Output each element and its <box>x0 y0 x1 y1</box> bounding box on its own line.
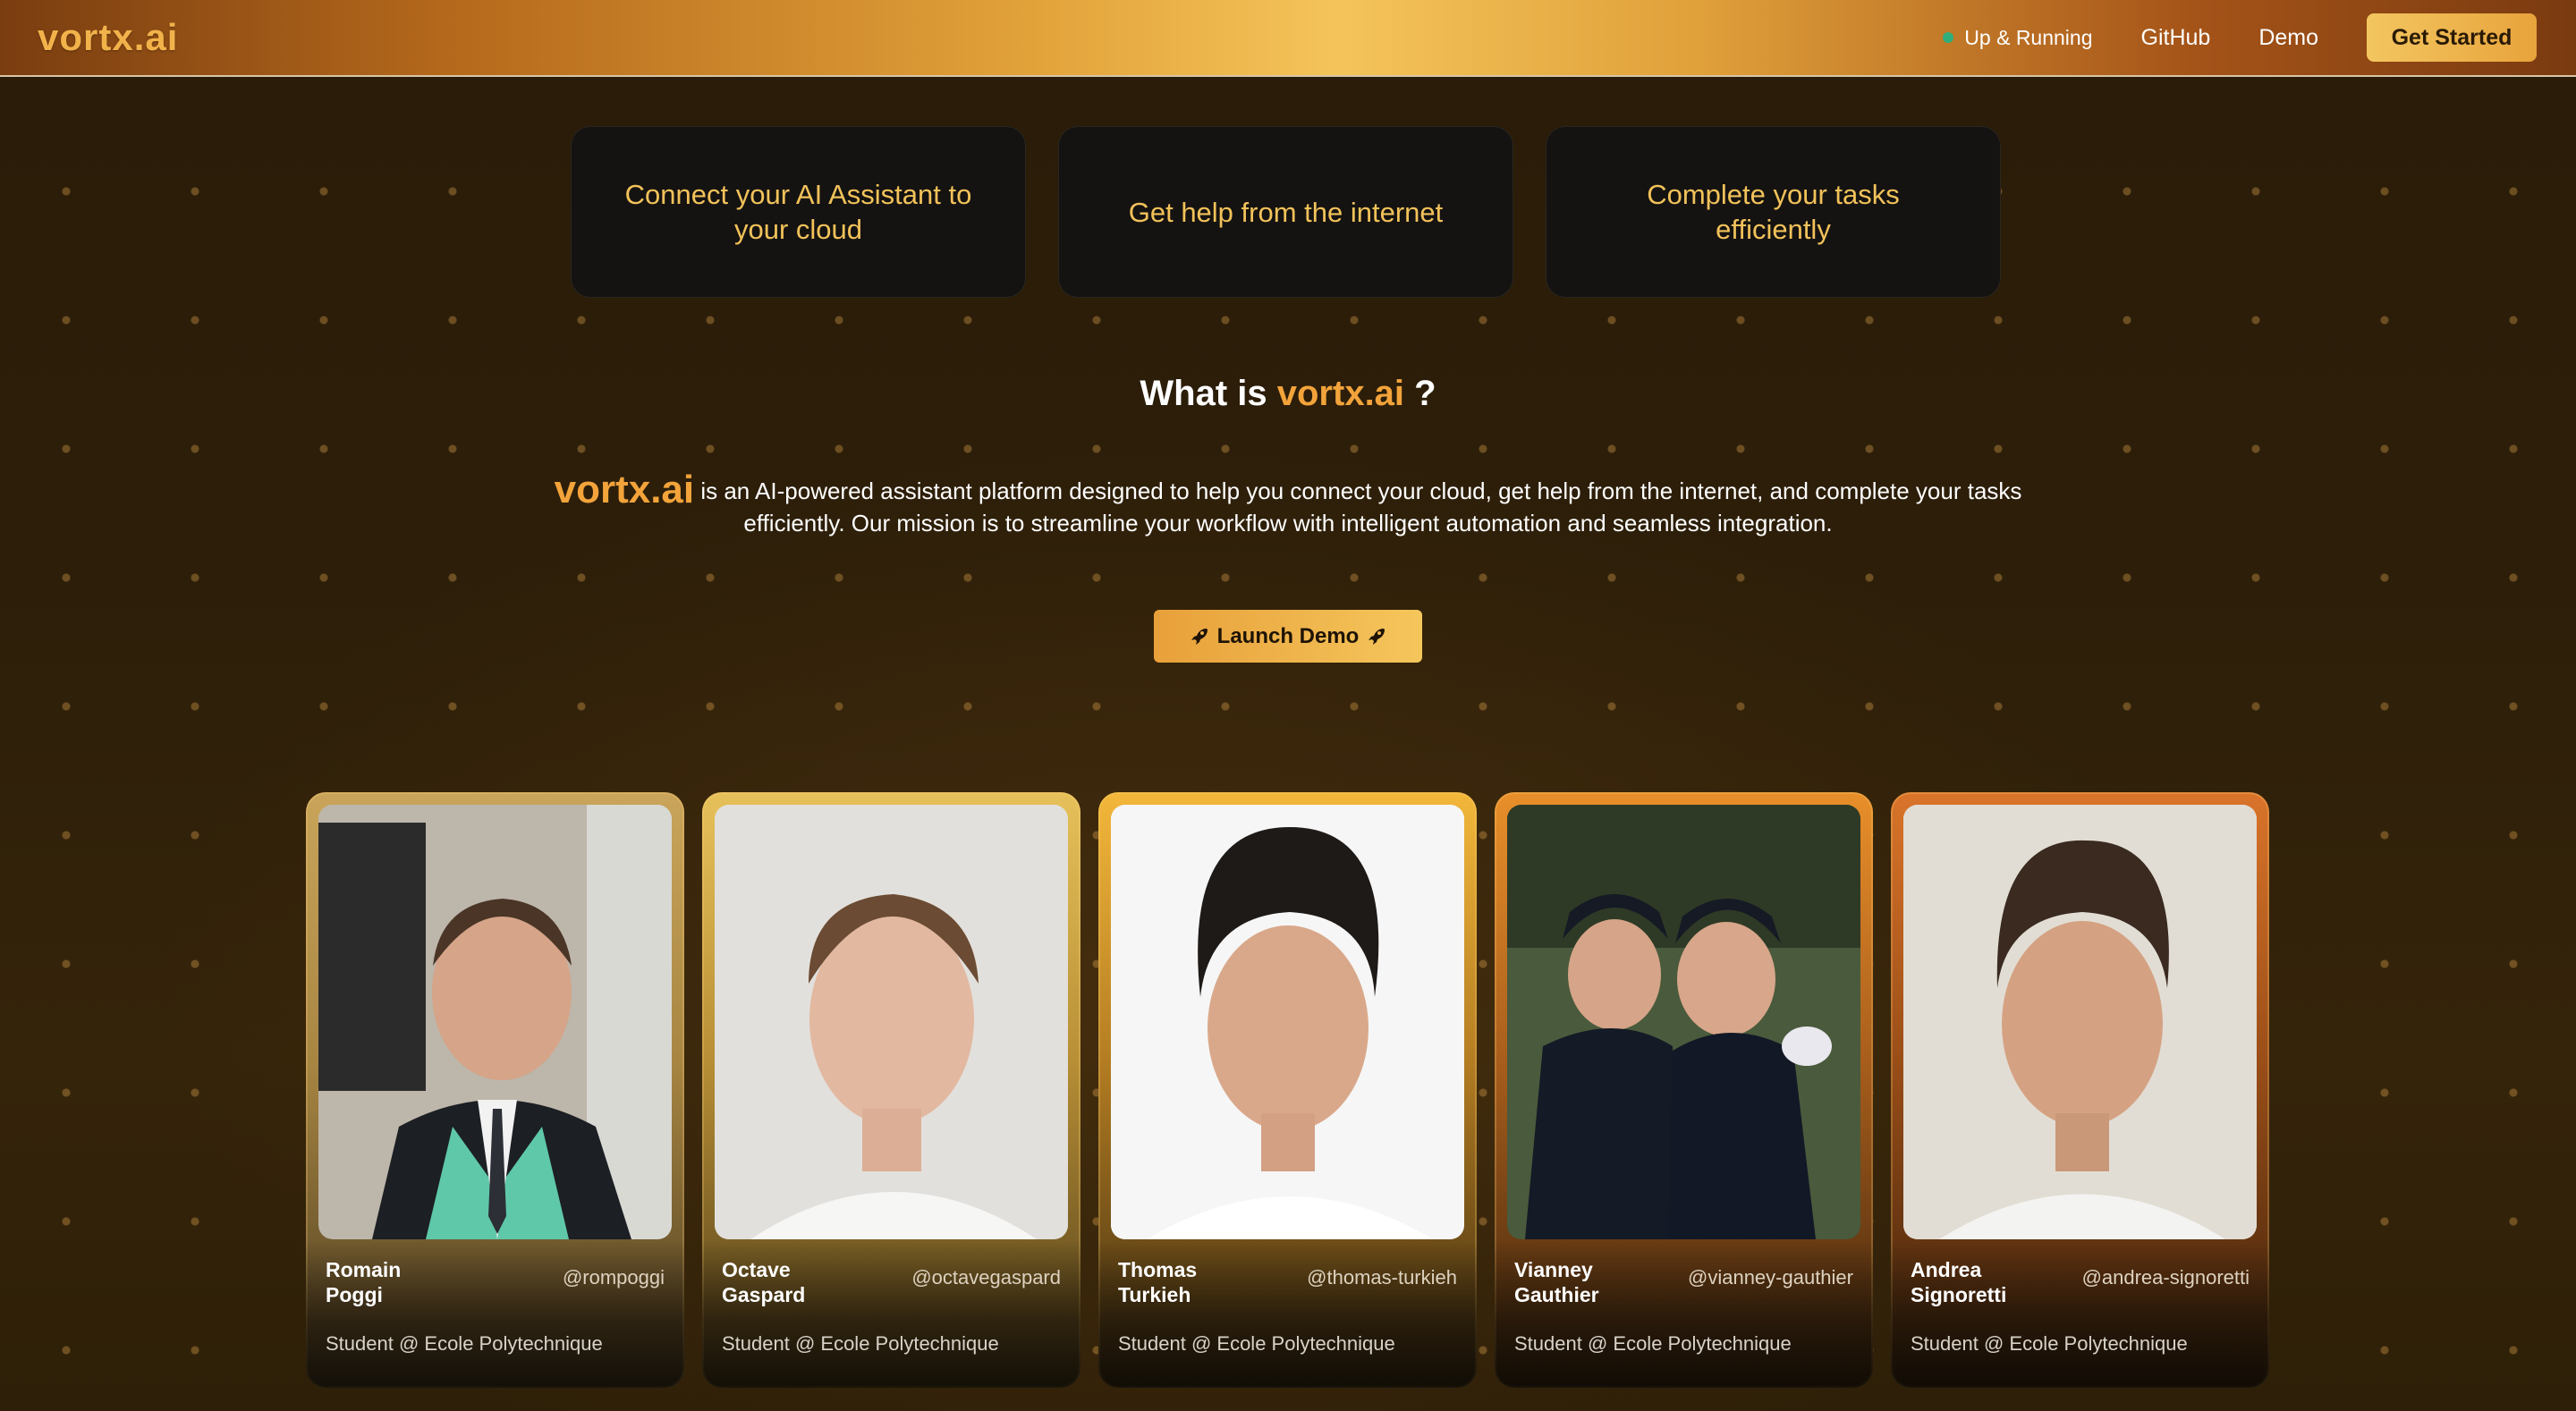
member-handle[interactable]: @rompoggi <box>563 1266 665 1289</box>
team-card-octave-gaspard[interactable]: Octave Gaspard @octavegaspard Student @ … <box>702 792 1080 1388</box>
nav-links: Up & Running GitHub Demo Get Started <box>1943 0 2538 76</box>
member-name: Octave Gaspard <box>722 1258 806 1306</box>
about-heading-prefix: What is <box>1140 374 1267 413</box>
member-handle[interactable]: @thomas-turkieh <box>1307 1266 1457 1289</box>
member-handle[interactable]: @andrea-signoretti <box>2082 1266 2250 1289</box>
about-heading-suffix: ? <box>1414 374 1436 413</box>
portrait-illustration <box>318 805 672 1239</box>
rocket-icon <box>1368 628 1385 645</box>
member-handle[interactable]: @octavegaspard <box>911 1266 1061 1289</box>
member-name: Romain Poggi <box>326 1258 402 1306</box>
feature-card-internet-help: Get help from the internet <box>1058 126 1513 298</box>
member-handle[interactable]: @vianney-gauthier <box>1688 1266 1853 1289</box>
team-card-vianney-gauthier[interactable]: Vianney Gauthier @vianney-gauthier Stude… <box>1495 792 1873 1388</box>
get-started-button[interactable]: Get Started <box>2367 13 2537 62</box>
member-name: Vianney Gauthier <box>1514 1258 1599 1306</box>
member-info: Vianney Gauthier @vianney-gauthier Stude… <box>1495 1239 1873 1388</box>
launch-demo-button[interactable]: Launch Demo <box>1154 610 1422 663</box>
about-description-text: is an AI-powered assistant platform desi… <box>700 477 2022 537</box>
team-card-romain-poggi[interactable]: Romain Poggi @rompoggi Student @ Ecole P… <box>306 792 684 1388</box>
member-info: Andrea Signoretti @andrea-signoretti Stu… <box>1891 1239 2269 1388</box>
launch-demo-label: Launch Demo <box>1216 623 1360 648</box>
portrait-illustration <box>715 805 1068 1239</box>
feature-cards: Connect your AI Assistant to your cloud … <box>571 126 2001 298</box>
portrait-illustration <box>1903 805 2257 1239</box>
team-cards: Romain Poggi @rompoggi Student @ Ecole P… <box>306 792 2269 1388</box>
member-photo <box>715 805 1068 1239</box>
team-card-thomas-turkieh[interactable]: Thomas Turkieh @thomas-turkieh Student @… <box>1098 792 1477 1388</box>
portrait-illustration <box>1111 805 1464 1239</box>
member-photo <box>318 805 672 1239</box>
member-role: Student @ Ecole Polytechnique <box>326 1332 603 1355</box>
status-dot-icon <box>1943 32 1954 43</box>
member-photo <box>1507 805 1860 1239</box>
portrait-illustration <box>1507 805 1860 1239</box>
member-role: Student @ Ecole Polytechnique <box>1911 1332 2188 1355</box>
feature-card-connect-cloud: Connect your AI Assistant to your cloud <box>571 126 1026 298</box>
nav-demo-link[interactable]: Demo <box>2258 25 2318 51</box>
about-description: vortx.ai is an AI-powered assistant plat… <box>501 470 2075 539</box>
nav-github-link[interactable]: GitHub <box>2141 25 2211 51</box>
feature-card-complete-tasks: Complete your tasks efficiently <box>1546 126 2001 298</box>
member-role: Student @ Ecole Polytechnique <box>1514 1332 1792 1355</box>
member-name: Andrea Signoretti <box>1911 1258 2007 1306</box>
member-name: Thomas Turkieh <box>1118 1258 1198 1306</box>
member-info: Romain Poggi @rompoggi Student @ Ecole P… <box>306 1239 684 1388</box>
member-photo <box>1111 805 1464 1239</box>
about-description-brand: vortx.ai <box>554 468 695 511</box>
member-role: Student @ Ecole Polytechnique <box>1118 1332 1395 1355</box>
status-label: Up & Running <box>1964 25 2093 49</box>
about-heading: What is vortx.ai ? <box>0 374 2576 414</box>
brand-logo[interactable]: vortx.ai <box>38 16 178 59</box>
member-info: Thomas Turkieh @thomas-turkieh Student @… <box>1098 1239 1477 1388</box>
member-role: Student @ Ecole Polytechnique <box>722 1332 999 1355</box>
member-photo <box>1903 805 2257 1239</box>
top-navbar: vortx.ai Up & Running GitHub Demo Get St… <box>0 0 2576 77</box>
rocket-icon <box>1191 628 1208 645</box>
status-indicator: Up & Running <box>1943 25 2093 50</box>
about-heading-brand: vortx.ai <box>1276 374 1405 413</box>
member-info: Octave Gaspard @octavegaspard Student @ … <box>702 1239 1080 1388</box>
team-card-andrea-signoretti[interactable]: Andrea Signoretti @andrea-signoretti Stu… <box>1891 792 2269 1388</box>
